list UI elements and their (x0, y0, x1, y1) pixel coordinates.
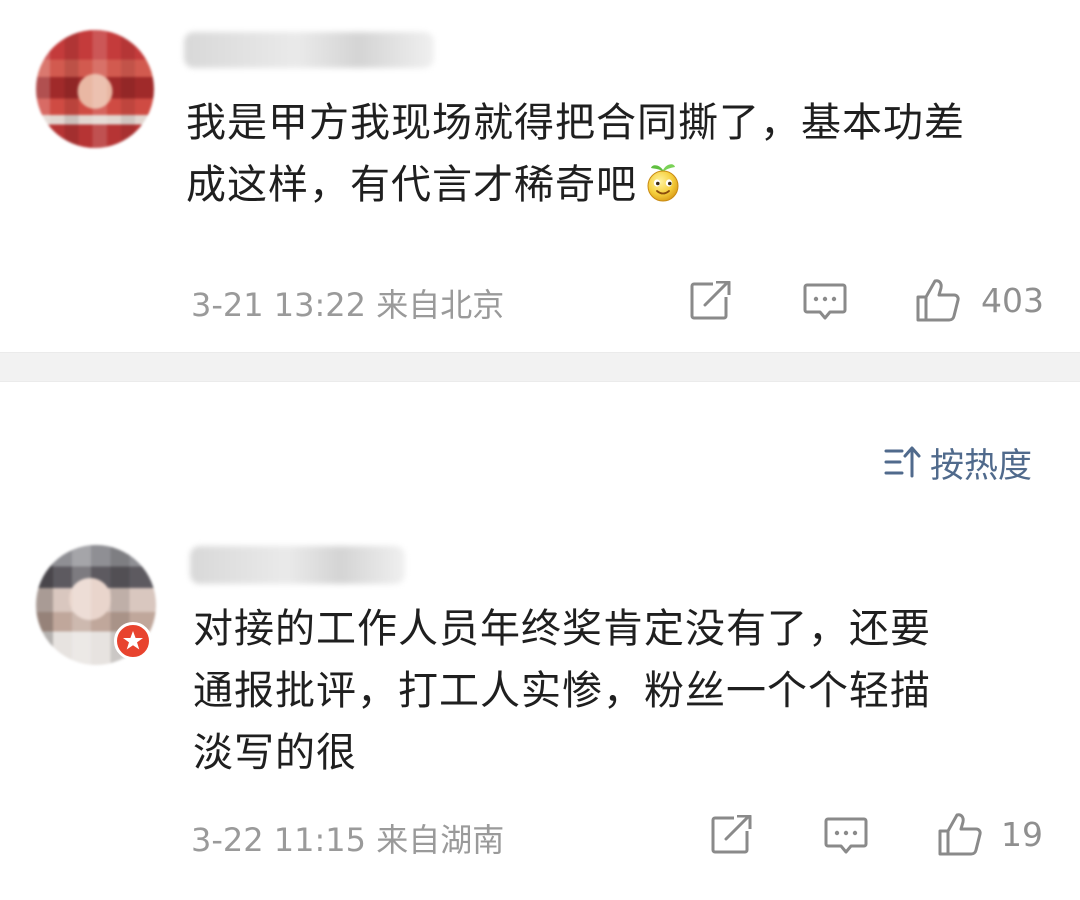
section-divider (0, 352, 1080, 382)
sort-label: 按热度 (930, 445, 1032, 486)
comment-text: 我是甲方我现场就得把合同撕了，基本功差 成这样，有代言才稀奇吧 (186, 92, 1056, 216)
smiling-sprout-emoji-icon (647, 164, 679, 202)
comment-line: 通报批评，打工人实惨，粉丝一个个轻描 (193, 668, 931, 714)
sort-by-hot-button[interactable]: 按热度 (884, 438, 1032, 486)
comment-line-text: 成这样，有代言才稀奇吧 (186, 162, 637, 208)
comment-icon[interactable] (803, 282, 847, 322)
comment-line: 对接的工作人员年终奖肯定没有了，还要 (193, 606, 931, 652)
thumbs-up-icon[interactable] (936, 811, 984, 857)
share-edit-icon[interactable] (689, 281, 733, 321)
username-blurred[interactable] (184, 32, 434, 68)
sort-icon (884, 446, 921, 478)
comment-line: 成这样，有代言才稀奇吧 (186, 154, 1056, 216)
username-blurred[interactable] (190, 546, 405, 584)
comment-line: 我是甲方我现场就得把合同撕了，基本功差 (186, 100, 965, 146)
like-count: 19 (1001, 815, 1043, 854)
share-edit-icon[interactable] (710, 815, 754, 855)
thumbs-up-icon[interactable] (914, 277, 962, 323)
avatar[interactable] (36, 30, 154, 148)
comment-thread: 我是甲方我现场就得把合同撕了，基本功差 成这样，有代言才稀奇吧 3-21 13:… (0, 0, 1080, 900)
comment-line: 淡写的很 (193, 730, 357, 776)
verified-badge-icon (114, 622, 152, 660)
comment-timestamp-location: 3-22 11:15 来自湖南 (191, 821, 505, 859)
comment-icon[interactable] (824, 816, 868, 856)
comment-text: 对接的工作人员年终奖肯定没有了，还要 通报批评，打工人实惨，粉丝一个个轻描 淡写… (193, 598, 1023, 784)
comment-timestamp-location: 3-21 13:22 来自北京 (191, 286, 505, 324)
like-count: 403 (981, 281, 1044, 320)
